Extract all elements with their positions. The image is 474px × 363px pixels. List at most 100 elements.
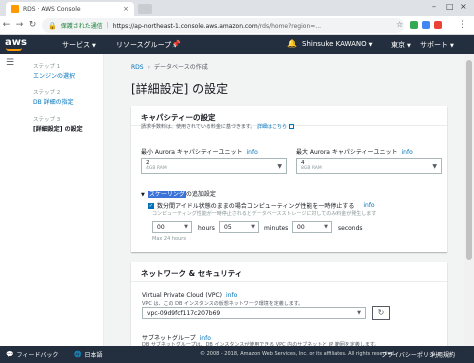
pause-hint: コンピューティング性能が一時停止されるとデータベースストレージに対してのみ料金が… <box>152 211 377 217</box>
max-acu-label-text: 最大 Aurora キャパシティーユニット <box>296 149 398 156</box>
external-link-icon <box>288 124 294 129</box>
scaling-section-toggle[interactable]: ▼ スケーリングの追加設定 <box>141 189 216 198</box>
page-title: [詳細設定] の設定 <box>131 82 229 96</box>
language-label: 日本語 <box>84 352 103 359</box>
aws-smile-icon <box>6 48 22 51</box>
wizard-step-1[interactable]: ステップ 1 エンジンの選択 <box>33 62 75 80</box>
breadcrumb-current: データベースの作成 <box>154 64 208 71</box>
step-title: エンジンの選択 <box>33 73 76 80</box>
wizard-step-2[interactable]: ステップ 2 DB 詳細の指定 <box>33 88 74 106</box>
vpc-info-link[interactable]: info <box>226 292 237 299</box>
account-menu[interactable]: Shinsuke KAWANO ▼ <box>302 40 373 48</box>
support-label: サポート <box>420 41 448 49</box>
maximize-icon[interactable]: □ <box>446 2 454 11</box>
vpc-value: vpc-09d9fcf117c207b69 <box>147 310 221 317</box>
back-icon[interactable]: ← <box>0 20 13 30</box>
min-acu-info-link[interactable]: info <box>247 149 258 156</box>
resource-groups-label: リソースグループ <box>116 41 172 49</box>
services-menu[interactable]: サービス ▼ <box>62 40 96 50</box>
aws-logo-text: aws <box>5 37 27 48</box>
region-menu[interactable]: 東京 ▼ <box>391 40 411 50</box>
scaling-rest: の追加設定 <box>185 191 216 198</box>
chevron-down-icon: ▼ <box>184 224 188 230</box>
feedback-link[interactable]: 💬 フィードバック <box>6 350 58 359</box>
pause-seconds-select[interactable]: 00 ▼ <box>292 221 332 233</box>
refresh-icon: ↻ <box>377 308 385 317</box>
network-heading: ネットワーク & セキュリティ <box>131 262 447 282</box>
min-acu-ram: 4GB RAM <box>146 166 167 171</box>
breadcrumb-rds-link[interactable]: RDS <box>131 64 144 71</box>
aws-top-nav: aws サービス ▼ リソースグループ ▼ 📌 🔔 Shinsuke KAWANO ▼… <box>0 35 474 54</box>
minutes-unit-label: minutes <box>264 225 289 232</box>
new-tab-button[interactable] <box>138 4 152 14</box>
scrollbar-thumb[interactable] <box>466 60 472 260</box>
terms-link[interactable]: 利用規約 <box>431 350 455 359</box>
max-acu-label: 最大 Aurora キャパシティーユニット info <box>296 147 413 156</box>
chevron-down-icon: ▼ <box>92 43 96 49</box>
forward-icon[interactable]: → <box>13 20 26 30</box>
extension-icon[interactable] <box>434 21 442 29</box>
chevron-down-icon: ▼ <box>432 163 437 170</box>
breadcrumb-separator: › <box>147 64 151 71</box>
browser-toolbar: ← → ↻ 🔒 保護された通信 | https://ap-northeast-1… <box>0 16 474 35</box>
pause-hours-select[interactable]: 00 ▼ <box>152 221 192 233</box>
browser-tab[interactable]: RDS · AWS Console × <box>6 2 134 16</box>
feedback-icon: 💬 <box>6 351 14 358</box>
secure-label: 保護された通信 <box>60 23 103 30</box>
reload-icon[interactable]: ↻ <box>26 20 39 30</box>
hamburger-menu-icon[interactable]: ☰ <box>6 58 14 68</box>
lock-icon: 🔒 <box>48 21 57 30</box>
region-label: 東京 <box>391 41 405 49</box>
vpc-select[interactable]: vpc-09d9fcf117c207b69 ▼ <box>142 307 366 319</box>
capacity-subtitle-text: 請求手数料は、使用されている料金に基づきます。 <box>141 124 256 130</box>
feedback-label: フィードバック <box>16 352 59 359</box>
resource-groups-menu[interactable]: リソースグループ ▼ <box>116 40 177 50</box>
scaling-highlight: スケーリング <box>147 191 186 198</box>
max-acu-select[interactable]: 4 8GB RAM ▼ <box>296 158 442 174</box>
pause-checkbox[interactable]: ✓ <box>148 202 154 209</box>
max-hours-hint: Max 24 hours <box>152 236 186 242</box>
pin-icon[interactable]: 📌 <box>172 40 181 48</box>
pause-info-link[interactable]: info <box>363 202 374 209</box>
window-close-icon[interactable]: × <box>460 2 467 11</box>
refresh-button[interactable]: ↻ <box>372 306 390 320</box>
step-title: [詳細設定] の設定 <box>33 126 83 133</box>
address-bar[interactable]: 🔒 保護された通信 | https://ap-northeast-1.conso… <box>42 18 404 33</box>
min-acu-select[interactable]: 2 4GB RAM ▼ <box>141 158 287 174</box>
aws-logo[interactable]: aws <box>5 37 27 51</box>
bell-icon[interactable]: 🔔 <box>287 39 297 48</box>
step-label: ステップ 3 <box>33 117 61 123</box>
step-label: ステップ 2 <box>33 90 61 96</box>
globe-icon: 🌐 <box>74 351 82 358</box>
vpc-label: Virtual Private Cloud (VPC) info <box>142 292 237 299</box>
language-selector[interactable]: 🌐 日本語 <box>74 350 103 359</box>
url-separator: | <box>106 22 109 29</box>
services-label: サービス <box>62 41 90 49</box>
seconds-unit-label: seconds <box>338 225 363 232</box>
url-host: https://ap-northeast-1.console.aws.amazo… <box>112 22 258 30</box>
bookmark-star-icon[interactable]: ☆ <box>396 20 403 29</box>
pause-label: 数分間アイドル状態のままの場合コンピューティング性能を一時停止する <box>157 203 355 210</box>
chevron-down-icon: ▼ <box>357 310 361 316</box>
browser-tab-strip: RDS · AWS Console × – □ × <box>0 0 474 16</box>
chevron-down-icon: ▼ <box>450 43 454 49</box>
browser-menu-icon[interactable]: ⋮ <box>456 20 469 30</box>
max-acu-info-link[interactable]: info <box>402 149 413 156</box>
chevron-down-icon: ▼ <box>324 224 328 230</box>
min-acu-label-text: 最小 Aurora キャパシティーユニット <box>141 149 243 156</box>
extension-icon[interactable] <box>410 21 418 29</box>
step-title: DB 詳細の指定 <box>33 99 74 106</box>
chevron-down-icon: ▼ <box>251 224 255 230</box>
user-name: Shinsuke KAWANO <box>302 40 367 48</box>
chevron-down-icon: ▼ <box>368 42 373 48</box>
details-link[interactable]: 詳細はこちら <box>257 124 287 130</box>
capacity-subtitle: 請求手数料は、使用されている料金に基づきます。 詳細はこちら <box>141 123 294 130</box>
support-menu[interactable]: サポート ▼ <box>420 40 454 50</box>
tab-title: RDS · AWS Console <box>23 5 81 13</box>
pause-minutes-select[interactable]: 05 ▼ <box>219 221 259 233</box>
extension-icon[interactable] <box>422 21 430 29</box>
close-tab-icon[interactable]: × <box>123 5 129 13</box>
hours-unit-label: hours <box>198 225 215 232</box>
minimize-icon[interactable]: – <box>432 2 436 11</box>
wizard-step-3: ステップ 3 [詳細設定] の設定 <box>33 115 83 133</box>
